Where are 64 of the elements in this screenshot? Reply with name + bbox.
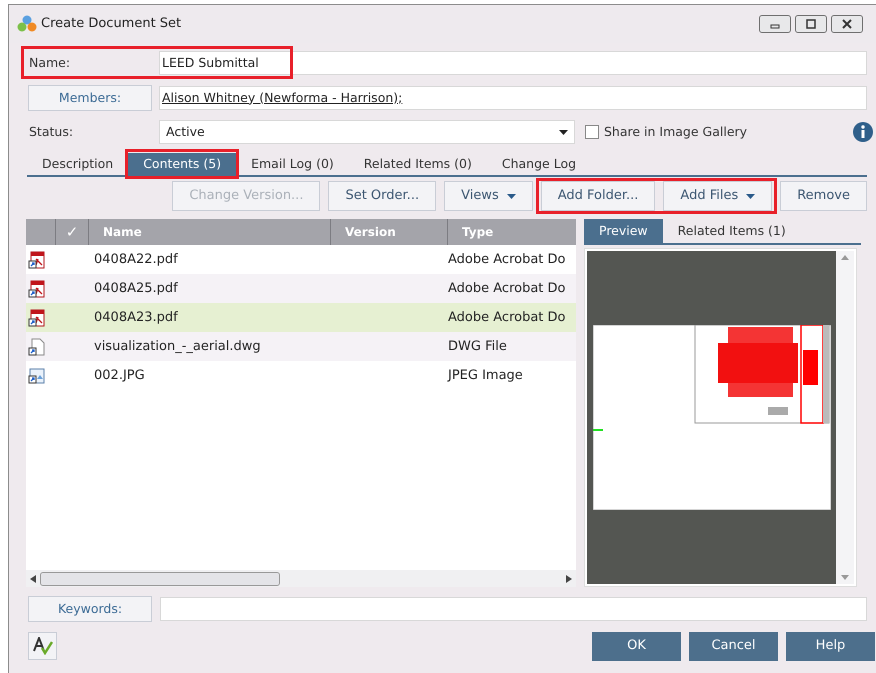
file-type: JPEG Image bbox=[448, 366, 524, 385]
members-button[interactable]: Members: bbox=[28, 85, 152, 111]
spell-check-icon bbox=[32, 637, 52, 655]
toolbar-button[interactable]: Set Order... bbox=[328, 181, 436, 211]
scrollbar-thumb[interactable] bbox=[40, 572, 280, 586]
close-button[interactable] bbox=[831, 15, 863, 33]
caret-icon bbox=[746, 194, 756, 198]
file-row[interactable]: 0408A25.pdf Adobe Acrobat Do bbox=[26, 274, 576, 303]
share-checkbox[interactable] bbox=[585, 125, 599, 139]
dialog-button[interactable]: OK bbox=[592, 632, 681, 660]
tab[interactable]: Related Items (1) bbox=[662, 219, 801, 243]
status-label: Status: bbox=[28, 122, 74, 141]
info-icon[interactable] bbox=[853, 122, 873, 142]
file-row[interactable]: visualization_-_aerial.dwg DWG File bbox=[26, 332, 576, 361]
window-title: Create Document Set bbox=[41, 15, 182, 34]
file-type: Adobe Acrobat Do bbox=[448, 280, 566, 298]
scroll-left-icon bbox=[30, 574, 36, 582]
file-name: 0408A25.pdf bbox=[93, 280, 179, 298]
file-name: 0408A23.pdf bbox=[93, 308, 179, 327]
maximize-button[interactable] bbox=[795, 15, 827, 33]
scroll-up-icon bbox=[841, 255, 849, 260]
tab[interactable]: Description bbox=[27, 153, 128, 175]
image-file-icon bbox=[28, 366, 46, 384]
pdf-file-icon bbox=[28, 308, 46, 326]
file-icon bbox=[28, 338, 46, 356]
dialog-button[interactable]: Help bbox=[786, 632, 875, 660]
tab[interactable]: Preview bbox=[584, 219, 663, 243]
toolbar-button[interactable]: Remove bbox=[780, 181, 867, 211]
dropdown-arrow-icon bbox=[559, 130, 568, 134]
close-icon bbox=[841, 19, 853, 29]
file-name: 002.JPG bbox=[93, 366, 146, 385]
dialog-button[interactable]: Cancel bbox=[689, 632, 778, 660]
toolbar-button[interactable]: Add Folder... bbox=[540, 181, 656, 211]
tab[interactable]: Email Log (0) bbox=[236, 153, 349, 175]
caret-icon bbox=[506, 194, 516, 198]
file-name: visualization_-_aerial.dwg bbox=[93, 338, 262, 356]
keywords-field[interactable] bbox=[160, 597, 867, 621]
maximize-icon bbox=[805, 19, 817, 29]
members-field[interactable]: Alison Whitney (Newforma - Harrison); bbox=[159, 86, 867, 110]
vertical-scrollbar[interactable] bbox=[836, 251, 854, 584]
scroll-down-icon bbox=[841, 575, 849, 580]
toolbar-button[interactable]: Add Files bbox=[663, 181, 772, 211]
spell-check-button[interactable] bbox=[28, 632, 57, 660]
toolbar-button[interactable]: Views bbox=[444, 181, 533, 211]
tab[interactable]: Contents (5) bbox=[128, 153, 236, 175]
file-row[interactable]: 0408A23.pdf Adobe Acrobat Do bbox=[26, 303, 576, 332]
file-type: Adobe Acrobat Do bbox=[448, 250, 566, 269]
status-dropdown[interactable]: Active bbox=[159, 120, 575, 144]
share-label: Share in Image Gallery bbox=[604, 122, 748, 141]
member-link[interactable]: Alison Whitney (Newforma - Harrison); bbox=[162, 88, 402, 108]
keywords-button[interactable]: Keywords: bbox=[28, 596, 152, 622]
name-label: Name: bbox=[28, 54, 72, 72]
app-logo-icon bbox=[17, 15, 37, 33]
scroll-right-icon bbox=[566, 574, 572, 582]
file-name: 0408A22.pdf bbox=[93, 250, 179, 269]
tab[interactable]: Change Log bbox=[486, 153, 592, 175]
file-type: DWG File bbox=[448, 338, 508, 356]
pdf-file-icon bbox=[28, 250, 46, 268]
file-type: Adobe Acrobat Do bbox=[448, 308, 566, 327]
tab[interactable]: Related Items (0) bbox=[348, 153, 487, 175]
pdf-file-icon bbox=[28, 280, 46, 298]
minimize-button[interactable] bbox=[759, 15, 791, 33]
horizontal-scrollbar[interactable] bbox=[26, 570, 576, 587]
name-field[interactable]: LEED Submittal bbox=[159, 51, 867, 75]
